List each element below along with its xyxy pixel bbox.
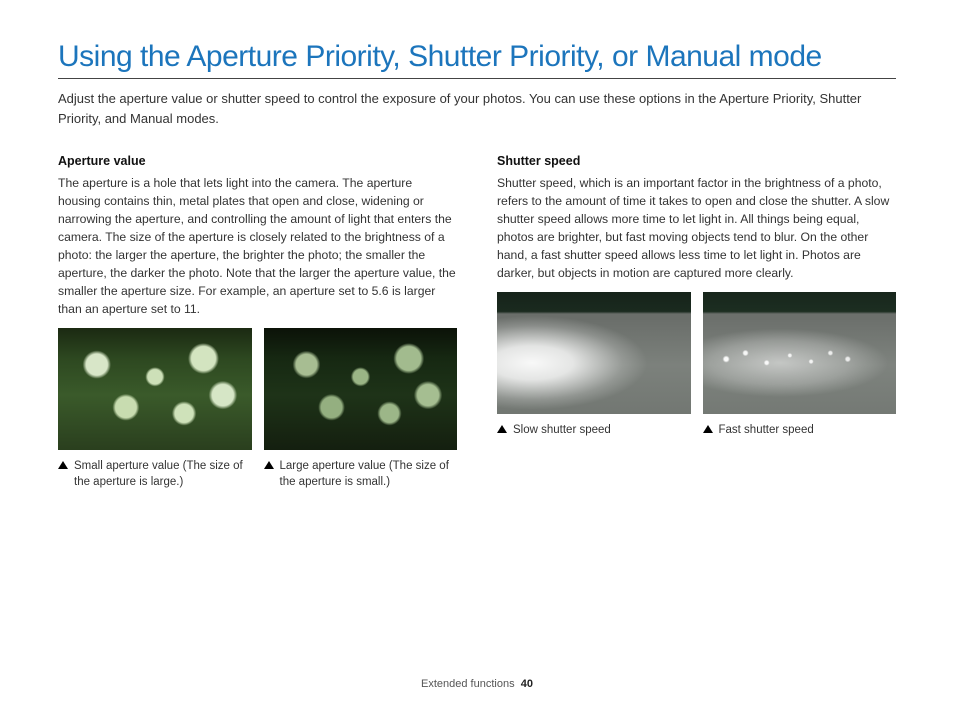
page-title: Using the Aperture Priority, Shutter Pri… xyxy=(58,40,896,79)
caption: Slow shutter speed xyxy=(497,422,691,438)
caption-text: Slow shutter speed xyxy=(513,422,611,438)
plant-photo-bright xyxy=(58,328,252,450)
caption-text: Small aperture value (The size of the ap… xyxy=(74,458,252,490)
page-content: Using the Aperture Priority, Shutter Pri… xyxy=(0,0,954,491)
aperture-image-row: Small aperture value (The size of the ap… xyxy=(58,328,457,490)
footer-section: Extended functions xyxy=(421,678,515,690)
footer-page-number: 40 xyxy=(521,678,533,690)
aperture-figure-large-value: Large aperture value (The size of the ap… xyxy=(264,328,458,490)
caption: Large aperture value (The size of the ap… xyxy=(264,458,458,490)
plant-photo-dark xyxy=(264,328,458,450)
caption-text: Fast shutter speed xyxy=(719,422,814,438)
aperture-column: Aperture value The aperture is a hole th… xyxy=(58,154,457,491)
page-footer: Extended functions 40 xyxy=(0,678,954,690)
aperture-figure-small-value: Small aperture value (The size of the ap… xyxy=(58,328,252,490)
two-column-layout: Aperture value The aperture is a hole th… xyxy=(58,154,896,491)
triangle-up-icon xyxy=(58,461,68,469)
shutter-heading: Shutter speed xyxy=(497,154,896,168)
caption-text: Large aperture value (The size of the ap… xyxy=(280,458,458,490)
fountain-photo-slow xyxy=(497,292,691,414)
caption: Small aperture value (The size of the ap… xyxy=(58,458,252,490)
triangle-up-icon xyxy=(264,461,274,469)
shutter-figure-slow: Slow shutter speed xyxy=(497,292,691,438)
caption: Fast shutter speed xyxy=(703,422,897,438)
aperture-heading: Aperture value xyxy=(58,154,457,168)
triangle-up-icon xyxy=(703,425,713,433)
shutter-body: Shutter speed, which is an important fac… xyxy=(497,174,896,282)
triangle-up-icon xyxy=(497,425,507,433)
shutter-figure-fast: Fast shutter speed xyxy=(703,292,897,438)
shutter-image-row: Slow shutter speed Fast shutter speed xyxy=(497,292,896,438)
shutter-column: Shutter speed Shutter speed, which is an… xyxy=(497,154,896,491)
aperture-body: The aperture is a hole that lets light i… xyxy=(58,174,457,318)
fountain-photo-fast xyxy=(703,292,897,414)
intro-paragraph: Adjust the aperture value or shutter spe… xyxy=(58,89,896,128)
